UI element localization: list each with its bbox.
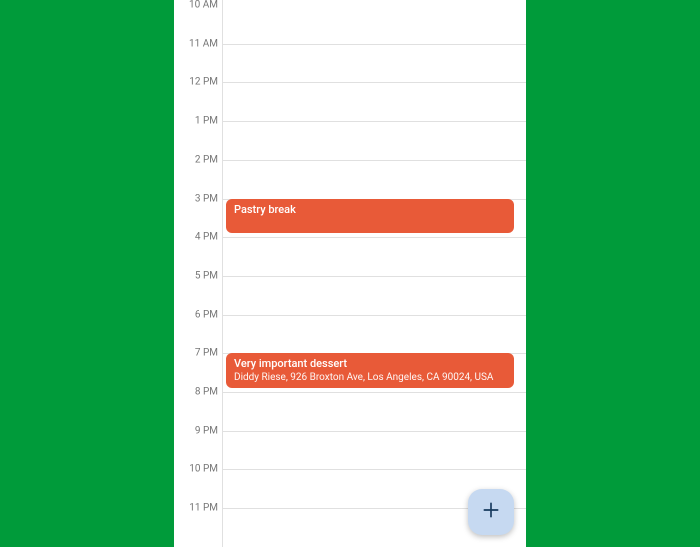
- calendar-day-view: 10 AM 11 AM 12 PM 1 PM 2 PM 3 PM 4 PM 5 PM 6 PM 7…: [174, 0, 526, 547]
- hour-label: 11 PM: [174, 503, 218, 514]
- hour-label: 7 PM: [174, 348, 218, 359]
- add-event-button[interactable]: [468, 489, 514, 535]
- hour-gridline: [222, 121, 526, 122]
- hour-gridline: [222, 469, 526, 470]
- hour-gridline: [222, 315, 526, 316]
- hour-gridline: [222, 44, 526, 45]
- hour-gridline: [222, 392, 526, 393]
- calendar-grid[interactable]: 10 AM 11 AM 12 PM 1 PM 2 PM 3 PM 4 PM 5 PM 6 PM 7…: [174, 0, 526, 547]
- hour-label: 4 PM: [174, 232, 218, 243]
- hour-label: 10 PM: [174, 464, 218, 475]
- hour-label: 2 PM: [174, 154, 218, 165]
- hour-label: 3 PM: [174, 193, 218, 204]
- hour-gridline: [222, 82, 526, 83]
- plus-icon: [481, 500, 501, 524]
- hour-gridline: [222, 237, 526, 238]
- hour-gridline: [222, 276, 526, 277]
- hour-gridline: [222, 160, 526, 161]
- event-title: Very important dessert: [234, 357, 506, 371]
- calendar-event[interactable]: Pastry break: [226, 199, 514, 234]
- hour-label: 8 PM: [174, 387, 218, 398]
- hour-label: 11 AM: [174, 38, 218, 49]
- event-title: Pastry break: [234, 203, 506, 217]
- hour-label: 1 PM: [174, 116, 218, 127]
- calendar-event[interactable]: Very important dessertDiddy Riese, 926 B…: [226, 353, 514, 388]
- hour-label: 6 PM: [174, 309, 218, 320]
- hour-gridline: [222, 5, 526, 6]
- hour-label: 9 PM: [174, 425, 218, 436]
- hour-gridline: [222, 431, 526, 432]
- hour-label: 12 PM: [174, 77, 218, 88]
- hour-label: 10 AM: [174, 0, 218, 11]
- event-location: Diddy Riese, 926 Broxton Ave, Los Angele…: [234, 371, 506, 384]
- hour-label: 5 PM: [174, 270, 218, 281]
